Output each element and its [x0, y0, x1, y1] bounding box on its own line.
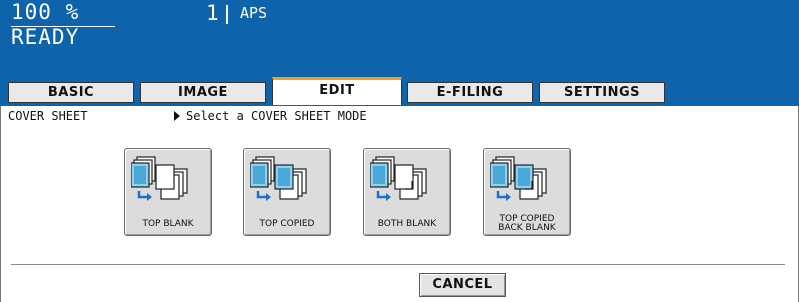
- top-blank-icon: [131, 156, 188, 201]
- counter-divider: [226, 5, 228, 24]
- top-blank-button[interactable]: TOP BLANK: [124, 148, 212, 236]
- function-title: COVER SHEET: [8, 109, 88, 123]
- copy-count-value: 1: [206, 1, 219, 25]
- top-copied-icon: [250, 156, 307, 201]
- tab-settings[interactable]: SETTINGS: [539, 82, 665, 103]
- paper-size: APS: [240, 4, 268, 22]
- tab-basic[interactable]: BASIC: [8, 82, 134, 103]
- copier-panel: 100 % 1 APS READY BASIC IMAGE EDIT E-FIL…: [0, 0, 799, 302]
- edit-content: COVER SHEET Select a COVER SHEET MODE TO…: [0, 106, 799, 302]
- tab-edit[interactable]: EDIT: [272, 77, 402, 105]
- guide-text: Select a COVER SHEET MODE: [186, 109, 367, 123]
- status-header: 100 % 1 APS READY: [0, 0, 799, 80]
- top-copied-back-blank-label-2: BACK BLANK: [498, 223, 556, 233]
- tab-bar: BASIC IMAGE EDIT E-FILING SETTINGS: [0, 77, 799, 106]
- zoom-ratio: 100 %: [11, 0, 80, 24]
- header-underline: [11, 26, 115, 27]
- both-blank-icon: [370, 156, 427, 201]
- top-copied-button[interactable]: TOP COPIED: [243, 148, 331, 236]
- guide-message: Select a COVER SHEET MODE: [176, 109, 367, 123]
- cancel-button[interactable]: CANCEL: [419, 273, 506, 297]
- tab-image[interactable]: IMAGE: [140, 82, 266, 103]
- both-blank-label: BOTH BLANK: [377, 219, 437, 229]
- footer-divider: [11, 264, 785, 265]
- tab-e-filing[interactable]: E-FILING: [407, 82, 533, 103]
- machine-status: READY: [11, 25, 80, 49]
- top-blank-label: TOP BLANK: [142, 219, 194, 229]
- both-blank-button[interactable]: BOTH BLANK: [363, 148, 451, 236]
- top-copied-label: TOP COPIED: [259, 219, 315, 229]
- top-copied-back-blank-icon: [490, 156, 547, 201]
- top-copied-back-blank-button[interactable]: TOP COPIED BACK BLANK: [483, 148, 571, 236]
